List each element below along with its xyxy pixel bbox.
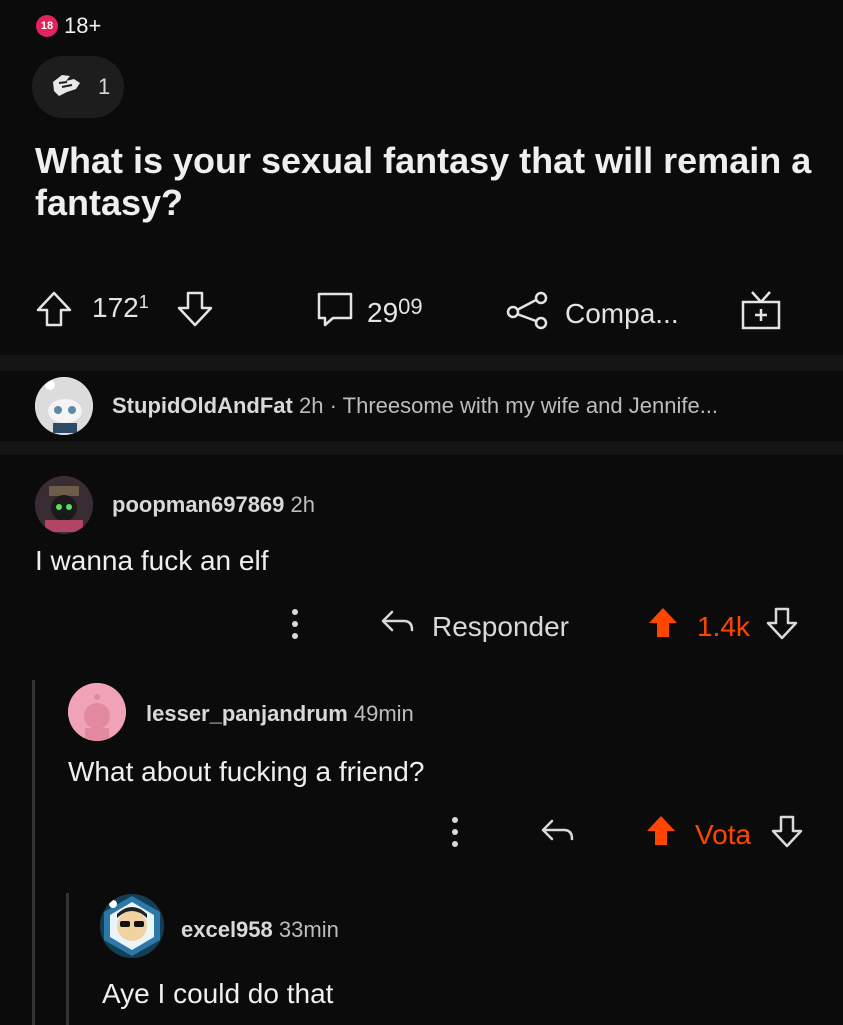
arrow-up-icon[interactable] <box>645 604 681 649</box>
reply-arrow-icon <box>378 606 418 647</box>
comment-time: 33min <box>278 917 339 942</box>
share-button[interactable]: Compa... <box>505 290 679 337</box>
avatar <box>35 377 93 435</box>
comment-header: poopman697869 2h <box>112 492 315 518</box>
comments-button[interactable]: 29 09 <box>313 288 423 337</box>
gift-button[interactable] <box>738 288 784 339</box>
nsfw-icon: 18 <box>36 15 58 37</box>
award-button[interactable]: 1 <box>32 56 124 118</box>
comment-time: 49min <box>353 701 414 726</box>
arrow-up-icon[interactable] <box>643 812 679 857</box>
more-vertical-icon <box>280 609 310 646</box>
more-options-button[interactable] <box>440 814 470 850</box>
post-action-bar: 172 1 29 09 Compa... <box>0 278 843 338</box>
more-vertical-icon <box>440 817 470 854</box>
comment-header: excel958 33min <box>181 917 339 943</box>
top-comment-line: StupidOldAndFat 2h · Threesome with my w… <box>112 393 718 419</box>
share-nodes-icon <box>505 290 551 337</box>
comment-score: 1.4k <box>697 610 750 642</box>
nsfw-badge: 18 18+ <box>36 13 101 39</box>
avatar <box>68 683 126 741</box>
comment-body: What about fucking a friend? <box>68 756 425 787</box>
award-count: 1 <box>98 74 111 99</box>
comment-vote: Vota <box>643 812 805 857</box>
reply-button[interactable] <box>538 815 578 854</box>
reply-button[interactable]: Responder <box>378 606 569 647</box>
upvote-button[interactable] <box>33 288 75 337</box>
arrow-down-icon <box>174 288 216 337</box>
comment-username[interactable]: poopman697869 <box>112 492 284 517</box>
vote-count-sup: 1 <box>138 291 149 312</box>
section-divider <box>0 441 843 455</box>
post-title: What is your sexual fantasy that will re… <box>35 140 812 223</box>
comment-body: Aye I could do that <box>102 978 334 1009</box>
comment-username[interactable]: lesser_panjandrum <box>146 701 348 726</box>
thread-line[interactable] <box>32 680 35 1025</box>
nsfw-label: 18+ <box>64 13 102 38</box>
vote-count: 172 <box>92 292 139 323</box>
comment-count: 29 <box>367 296 399 328</box>
downvote-button[interactable] <box>174 288 216 337</box>
arrow-up-icon <box>33 288 75 337</box>
arrow-down-icon[interactable] <box>764 604 800 649</box>
avatar <box>35 476 93 534</box>
arrow-down-icon[interactable] <box>769 812 805 857</box>
section-divider <box>0 355 843 371</box>
comment-header: lesser_panjandrum 49min <box>146 701 414 727</box>
reply-label: Responder <box>432 610 569 642</box>
comment-time: 2h <box>298 393 324 418</box>
comment-time: 2h <box>290 492 316 517</box>
comment-score: Vota <box>695 818 752 850</box>
thread-line[interactable] <box>66 893 69 1025</box>
comment-preview: Threesome with my wife and Jennife... <box>342 393 719 418</box>
reply-arrow-icon <box>538 819 578 853</box>
vote-score: 172 1 <box>92 292 149 324</box>
share-label: Compa... <box>565 297 679 329</box>
top-comment-preview[interactable]: StupidOldAndFat 2h · Threesome with my w… <box>0 371 843 441</box>
meta-separator: · <box>329 393 337 418</box>
gift-icon <box>738 288 784 339</box>
comment-count-sup: 09 <box>398 293 423 319</box>
comment-username[interactable]: StupidOldAndFat <box>112 393 293 418</box>
avatar <box>100 894 164 958</box>
comment-body: I wanna fuck an elf <box>35 545 269 576</box>
comment-username[interactable]: excel958 <box>181 917 273 942</box>
comment-vote: 1.4k <box>645 604 800 649</box>
comment-bubble-icon <box>313 288 357 337</box>
fist-bump-icon <box>50 70 84 105</box>
more-options-button[interactable] <box>280 606 310 642</box>
